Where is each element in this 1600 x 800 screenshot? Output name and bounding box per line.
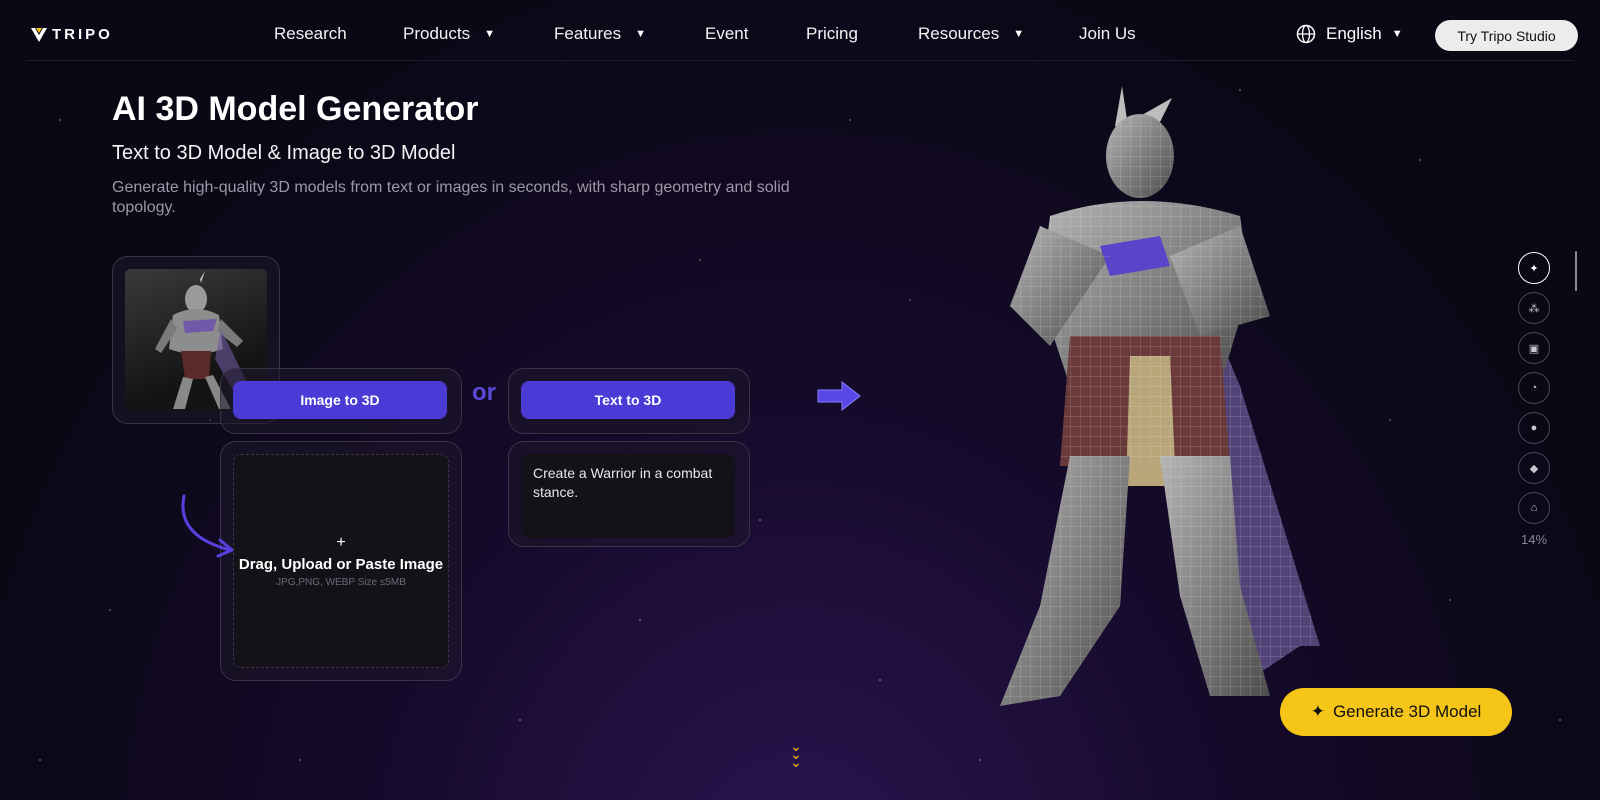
sparkle-icon[interactable]: ✦: [1518, 252, 1550, 284]
upload-hint: JPG,PNG, WEBP Size ≤5MB: [276, 577, 406, 588]
side-progress-track: [1575, 251, 1577, 291]
nav-label: Join Us: [1079, 24, 1136, 43]
text-to-3d-button[interactable]: Text to 3D: [521, 381, 735, 419]
nav-label: Pricing: [806, 24, 858, 43]
upload-title: Drag, Upload or Paste Image: [238, 556, 444, 573]
nav-label: Event: [705, 24, 749, 43]
site-header: TRIPO Research Products ▼ Features ▼ Eve…: [0, 0, 1600, 60]
image-to-3d-panel: Image to 3D: [220, 368, 462, 434]
upload-dropzone[interactable]: + Drag, Upload or Paste Image JPG,PNG, W…: [233, 454, 449, 668]
lamp-icon[interactable]: ⌂: [1518, 492, 1550, 524]
page-title: AI 3D Model Generator: [112, 90, 479, 128]
header-divider: [26, 60, 1574, 61]
logo-mark-icon: [31, 27, 47, 42]
nav-pricing[interactable]: Pricing: [806, 24, 858, 44]
generate-3d-model-button[interactable]: ✦ Generate 3D Model: [1280, 688, 1512, 736]
curved-arrow-icon: [181, 494, 234, 558]
arrow-right-icon: [817, 380, 861, 412]
text-to-3d-panel: Text to 3D: [508, 368, 750, 434]
tripo-logo[interactable]: TRIPO: [30, 26, 113, 43]
caret-down-icon: ▼: [635, 28, 646, 40]
nodes-icon[interactable]: ⁂: [1518, 292, 1550, 324]
box-icon[interactable]: ▣: [1518, 332, 1550, 364]
prompt-textbox[interactable]: Create a Warrior in a combat stance.: [521, 454, 735, 538]
language-selector[interactable]: English ▼: [1296, 24, 1403, 44]
nav-label: Products: [403, 24, 471, 43]
nav-label: Research: [274, 24, 347, 43]
page-description: Generate high-quality 3D models from tex…: [112, 179, 790, 216]
image-to-3d-button[interactable]: Image to 3D: [233, 381, 447, 419]
caret-down-icon: ▼: [1013, 28, 1025, 40]
upload-panel: + Drag, Upload or Paste Image JPG,PNG, W…: [220, 441, 462, 681]
nav-research[interactable]: Research: [274, 24, 347, 44]
scroll-down-icon[interactable]: ⌄ ⌄ ⌄: [790, 739, 802, 769]
sparkle-icon: ✦: [1310, 702, 1325, 721]
nav-join-us[interactable]: Join Us: [1079, 24, 1136, 44]
nav-label: Features: [554, 24, 622, 43]
pie-icon[interactable]: ◔: [1518, 372, 1550, 404]
nav-features[interactable]: Features ▼: [554, 24, 646, 44]
prompt-panel: Create a Warrior in a combat stance.: [508, 441, 750, 547]
progress-percent: 14%: [1520, 532, 1548, 547]
try-tripo-studio-button[interactable]: Try Tripo Studio: [1435, 20, 1578, 51]
caret-down-icon: ▼: [1391, 28, 1403, 40]
or-label: or: [472, 379, 496, 406]
cube-icon[interactable]: ◆: [1518, 452, 1550, 484]
nav-resources[interactable]: Resources ▼: [918, 24, 1024, 44]
plus-icon: +: [336, 534, 346, 551]
generate-label: Generate 3D Model: [1332, 702, 1482, 721]
nav-event[interactable]: Event: [705, 24, 748, 44]
logo-text: TRIPO: [52, 26, 113, 43]
nav-label: Resources: [918, 24, 1000, 43]
globe-icon: [1296, 24, 1316, 44]
language-label: English: [1326, 24, 1382, 43]
caret-down-icon: ▼: [484, 28, 495, 40]
chat-icon[interactable]: ●: [1518, 412, 1550, 444]
warrior-3d-model: [1000, 86, 1320, 706]
nav-products[interactable]: Products ▼: [403, 24, 495, 44]
page-subtitle: Text to 3D Model & Image to 3D Model: [112, 142, 456, 164]
